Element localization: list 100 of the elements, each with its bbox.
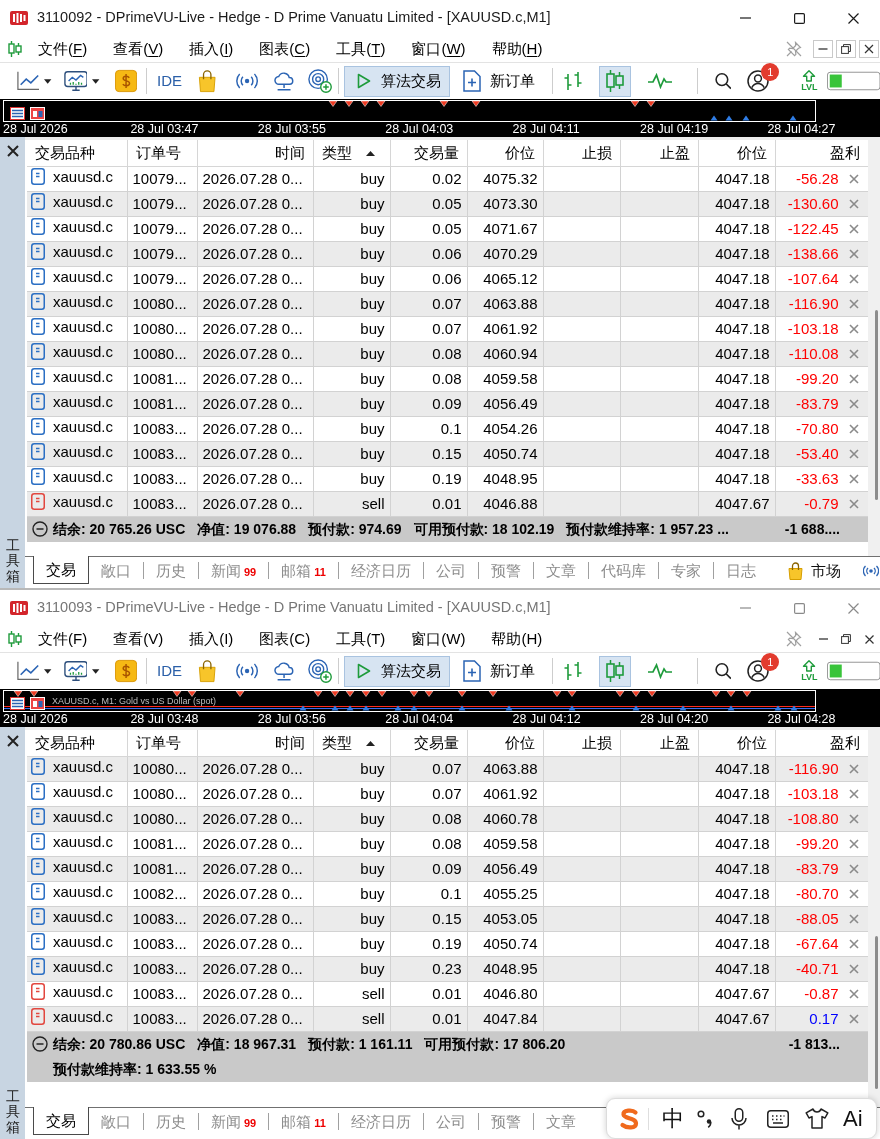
- table-icon[interactable]: [10, 697, 25, 710]
- tab[interactable]: 敞口: [89, 557, 143, 584]
- input-mode-toggle[interactable]: 中: [662, 1107, 684, 1130]
- microphone-icon[interactable]: [731, 1107, 747, 1130]
- algo-trading-button[interactable]: 算法交易: [343, 655, 450, 687]
- table-row[interactable]: xauusd.c 10083... 2026.07.28 0... buy 0.23 4048.95 4047.18 -40.71: [27, 956, 868, 981]
- table-row[interactable]: xauusd.c 10079... 2026.07.28 0... buy 0.06 4070.29 4047.18 -138.66: [27, 241, 868, 266]
- table-row[interactable]: xauusd.c 10083... 2026.07.28 0... sell 0.01 4046.80 4047.67 -0.87: [27, 981, 868, 1006]
- radio-signal-icon[interactable]: [236, 662, 259, 680]
- column-header[interactable]: 价位: [698, 730, 775, 756]
- tab[interactable]: 交易: [33, 556, 89, 584]
- table-row[interactable]: xauusd.c 10083... 2026.07.28 0... buy 0.19 4048.95 4047.18 -33.63: [27, 466, 868, 491]
- chart-type-button[interactable]: [598, 65, 631, 97]
- menu-item[interactable]: 帮助(H): [478, 37, 556, 61]
- maximize-icon[interactable]: [793, 12, 805, 24]
- table-row[interactable]: xauusd.c 10080... 2026.07.28 0... buy 0.08 4060.78 4047.18 -108.80: [27, 806, 868, 831]
- menu-item[interactable]: 窗口(W): [398, 627, 479, 651]
- column-header[interactable]: 类型: [313, 140, 390, 166]
- punctuation-icon[interactable]: [697, 1109, 715, 1128]
- tab[interactable]: 预警: [478, 1108, 533, 1135]
- tab[interactable]: 历史: [144, 557, 198, 584]
- menu-item[interactable]: 文件(F): [25, 37, 101, 61]
- column-header[interactable]: 交易品种: [27, 140, 127, 166]
- logo-icon[interactable]: [618, 1106, 640, 1131]
- menu-item[interactable]: 图表(C): [246, 627, 324, 651]
- algo-trading-button[interactable]: 算法交易: [343, 65, 450, 97]
- scrollbar[interactable]: [868, 730, 880, 1107]
- tab[interactable]: 新闻 99: [199, 1108, 269, 1135]
- column-header[interactable]: 订单号: [127, 730, 197, 756]
- radio-signal-icon[interactable]: [236, 72, 259, 90]
- minimize-icon[interactable]: [739, 17, 751, 19]
- table-row[interactable]: xauusd.c 10083... 2026.07.28 0... sell 0.01 4047.84 4047.67 0.17: [27, 1006, 868, 1031]
- column-header[interactable]: 止盈: [620, 140, 698, 166]
- table-row[interactable]: xauusd.c 10081... 2026.07.28 0... buy 0.08 4059.58 4047.18 -99.20: [27, 366, 868, 391]
- table-row[interactable]: xauusd.c 10083... 2026.07.28 0... sell 0.01 4046.88 4047.67 -0.79: [27, 491, 868, 516]
- keyboard-icon[interactable]: [767, 1109, 789, 1128]
- new-order-button[interactable]: 新订单: [456, 655, 540, 687]
- table-row[interactable]: xauusd.c 10083... 2026.07.28 0... buy 0.1 4054.26 4047.18 -70.80: [27, 416, 868, 441]
- tab[interactable]: 日志: [713, 557, 768, 584]
- column-header[interactable]: 价位: [467, 140, 543, 166]
- caret-icon[interactable]: [44, 78, 52, 84]
- chart-window-icon[interactable]: [63, 70, 88, 92]
- tab[interactable]: 邮箱 11: [269, 1108, 338, 1135]
- search-icon[interactable]: [714, 72, 732, 90]
- window-icon[interactable]: [30, 697, 45, 710]
- close-icon[interactable]: [6, 735, 19, 747]
- column-header[interactable]: 时间: [197, 140, 313, 166]
- tab[interactable]: 交易: [33, 1107, 89, 1135]
- new-order-button[interactable]: 新订单: [456, 65, 540, 97]
- table-row[interactable]: xauusd.c 10081... 2026.07.28 0... buy 0.09 4056.49 4047.18 -83.79: [27, 856, 868, 881]
- table-row[interactable]: xauusd.c 10079... 2026.07.28 0... buy 0.02 4075.32 4047.18 -56.28: [27, 166, 868, 191]
- caret-icon[interactable]: [92, 668, 100, 674]
- close-icon[interactable]: [847, 12, 859, 24]
- market-tab[interactable]: 市场: [775, 557, 853, 584]
- ide-button[interactable]: IDE: [155, 69, 183, 93]
- tab[interactable]: 文章: [533, 1108, 588, 1135]
- table-row[interactable]: xauusd.c 10079... 2026.07.28 0... buy 0.05 4073.30 4047.18 -130.60: [27, 191, 868, 216]
- table-row[interactable]: xauusd.c 10082... 2026.07.28 0... buy 0.1 4055.25 4047.18 -80.70: [27, 881, 868, 906]
- pin-icon[interactable]: [786, 631, 802, 647]
- chart-window-icon[interactable]: [63, 660, 88, 682]
- shopping-bag-icon[interactable]: [198, 659, 217, 683]
- caret-icon[interactable]: [92, 78, 100, 84]
- search-icon[interactable]: [714, 662, 732, 680]
- menu-item[interactable]: 工具(T): [323, 627, 399, 651]
- lvl-button[interactable]: LVL: [800, 659, 819, 683]
- restore-icon[interactable]: [841, 634, 851, 644]
- tab[interactable]: 代码库: [588, 557, 658, 584]
- tab[interactable]: 经济日历: [338, 557, 423, 584]
- target-plus-icon[interactable]: [307, 68, 332, 94]
- line-chart-icon[interactable]: [17, 661, 40, 681]
- table-row[interactable]: xauusd.c 10080... 2026.07.28 0... buy 0.07 4061.92 4047.18 -103.18: [27, 316, 868, 341]
- caret-icon[interactable]: [44, 668, 52, 674]
- column-header[interactable]: 时间: [197, 730, 313, 756]
- scrollbar-thumb[interactable]: [875, 310, 878, 500]
- column-header[interactable]: 盈利: [775, 730, 868, 756]
- table-row[interactable]: xauusd.c 10080... 2026.07.28 0... buy 0.07 4063.88 4047.18 -116.90: [27, 291, 868, 316]
- column-header[interactable]: 交易量: [390, 140, 467, 166]
- tab[interactable]: 公司: [423, 557, 478, 584]
- scrollbar-thumb[interactable]: [875, 936, 878, 1089]
- table-row[interactable]: xauusd.c 10079... 2026.07.28 0... buy 0.06 4065.12 4047.18 -107.64: [27, 266, 868, 291]
- ai-button[interactable]: Ai: [843, 1107, 863, 1130]
- window-icon[interactable]: [30, 107, 45, 120]
- collapse-icon[interactable]: [32, 521, 48, 537]
- tab[interactable]: 专家: [658, 557, 713, 584]
- pin-icon[interactable]: [786, 41, 802, 57]
- menu-item[interactable]: 工具(T): [323, 37, 399, 61]
- column-header[interactable]: 交易量: [390, 730, 467, 756]
- ide-button[interactable]: IDE: [155, 659, 183, 683]
- line-chart-icon[interactable]: [17, 71, 40, 91]
- column-header[interactable]: 止损: [543, 140, 620, 166]
- menu-item[interactable]: 窗口(W): [398, 37, 479, 61]
- lvl-button[interactable]: LVL: [800, 69, 819, 93]
- collapse-icon[interactable]: [32, 1036, 48, 1052]
- column-header[interactable]: 价位: [467, 730, 543, 756]
- menu-item[interactable]: 查看(V): [100, 37, 177, 61]
- column-header[interactable]: 订单号: [127, 140, 197, 166]
- table-row[interactable]: xauusd.c 10083... 2026.07.28 0... buy 0.15 4053.05 4047.18 -88.05: [27, 906, 868, 931]
- table-row[interactable]: xauusd.c 10083... 2026.07.28 0... buy 0.19 4050.74 4047.18 -67.64: [27, 931, 868, 956]
- column-header[interactable]: 止盈: [620, 730, 698, 756]
- user-icon[interactable]: [747, 660, 770, 682]
